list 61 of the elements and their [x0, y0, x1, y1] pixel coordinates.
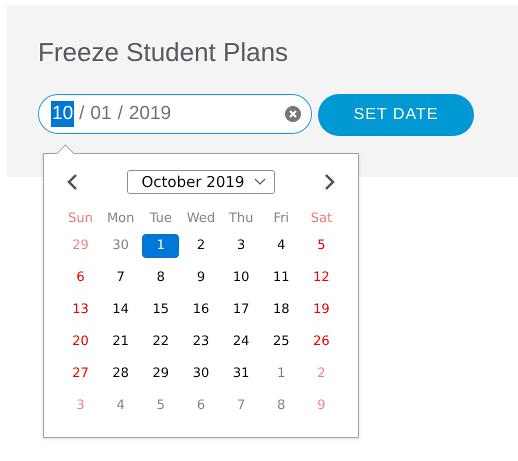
date-segment[interactable]: 2019: [128, 101, 172, 127]
calendar-day[interactable]: 13: [62, 298, 99, 322]
calendar-day[interactable]: 1: [142, 234, 180, 258]
calendar-day[interactable]: 10: [222, 266, 260, 290]
page-title: Freeze Student Plans: [38, 37, 290, 68]
calendar-day[interactable]: 28: [102, 362, 140, 386]
calendar-day[interactable]: 30: [182, 362, 220, 386]
clear-icon[interactable]: [285, 106, 301, 122]
calendar-day[interactable]: 24: [222, 330, 260, 354]
caret-icon: [254, 178, 266, 186]
month-dropdown[interactable]: October 2019: [126, 170, 276, 194]
weekday-label: Sun: [67, 211, 94, 226]
calendar-day[interactable]: 19: [302, 298, 340, 322]
calendar-day[interactable]: 1: [262, 362, 300, 386]
calendar-day[interactable]: 2: [182, 234, 220, 258]
calendar-day[interactable]: 8: [262, 394, 300, 418]
calendar-day[interactable]: 23: [182, 330, 220, 354]
calendar-day[interactable]: 26: [302, 330, 340, 354]
weekday-label: Tue: [148, 211, 173, 226]
calendar-day[interactable]: 31: [222, 362, 260, 386]
calendar-day[interactable]: 22: [142, 330, 180, 354]
calendar-day[interactable]: 29: [142, 362, 180, 386]
set-date-button[interactable]: SET DATE: [318, 94, 474, 136]
weekday-label: Fri: [272, 211, 290, 226]
calendar-day[interactable]: 9: [302, 394, 340, 418]
date-segment[interactable]: /: [78, 101, 86, 127]
calendar-day[interactable]: 12: [302, 266, 340, 290]
calendar-day[interactable]: 7: [222, 394, 260, 418]
calendar-day[interactable]: 8: [142, 266, 180, 290]
calendar-day[interactable]: 7: [102, 266, 140, 290]
calendar-day[interactable]: 3: [62, 394, 99, 418]
date-segment[interactable]: /: [116, 101, 124, 127]
calendar-day[interactable]: 4: [102, 394, 140, 418]
calendar-day[interactable]: 27: [62, 362, 99, 386]
calendar-day[interactable]: 15: [142, 298, 180, 322]
calendar-day[interactable]: 3: [222, 234, 260, 258]
date-segment[interactable]: 10: [51, 101, 74, 127]
calendar-day[interactable]: 9: [182, 266, 220, 290]
calendar-day[interactable]: 6: [182, 394, 220, 418]
calendar-day[interactable]: 6: [62, 266, 99, 290]
chevron-left-icon[interactable]: [66, 173, 80, 191]
calendar-day[interactable]: 30: [102, 234, 140, 258]
weekday-label: Wed: [186, 211, 216, 226]
calendar-day[interactable]: 29: [62, 234, 99, 258]
calendar-day[interactable]: 17: [222, 298, 260, 322]
calendar-day[interactable]: 25: [262, 330, 300, 354]
calendar-day[interactable]: 18: [262, 298, 300, 322]
calendar-day[interactable]: 14: [102, 298, 140, 322]
calendar-day[interactable]: 21: [102, 330, 140, 354]
calendar-day[interactable]: 5: [142, 394, 180, 418]
calendar-day[interactable]: 11: [262, 266, 300, 290]
weekday-label: Thu: [228, 211, 254, 226]
weekday-label: Mon: [106, 211, 136, 226]
date-segment[interactable]: 01: [89, 101, 113, 127]
calendar-day[interactable]: 16: [182, 298, 220, 322]
date-field[interactable]: 10 / 01 / 2019: [38, 94, 312, 134]
weekday-label: Sat: [310, 211, 334, 226]
calendar-day[interactable]: 20: [62, 330, 99, 354]
calendar-day[interactable]: 5: [302, 234, 340, 258]
calendar-day[interactable]: 2: [302, 362, 340, 386]
calendar-day[interactable]: 4: [262, 234, 300, 258]
